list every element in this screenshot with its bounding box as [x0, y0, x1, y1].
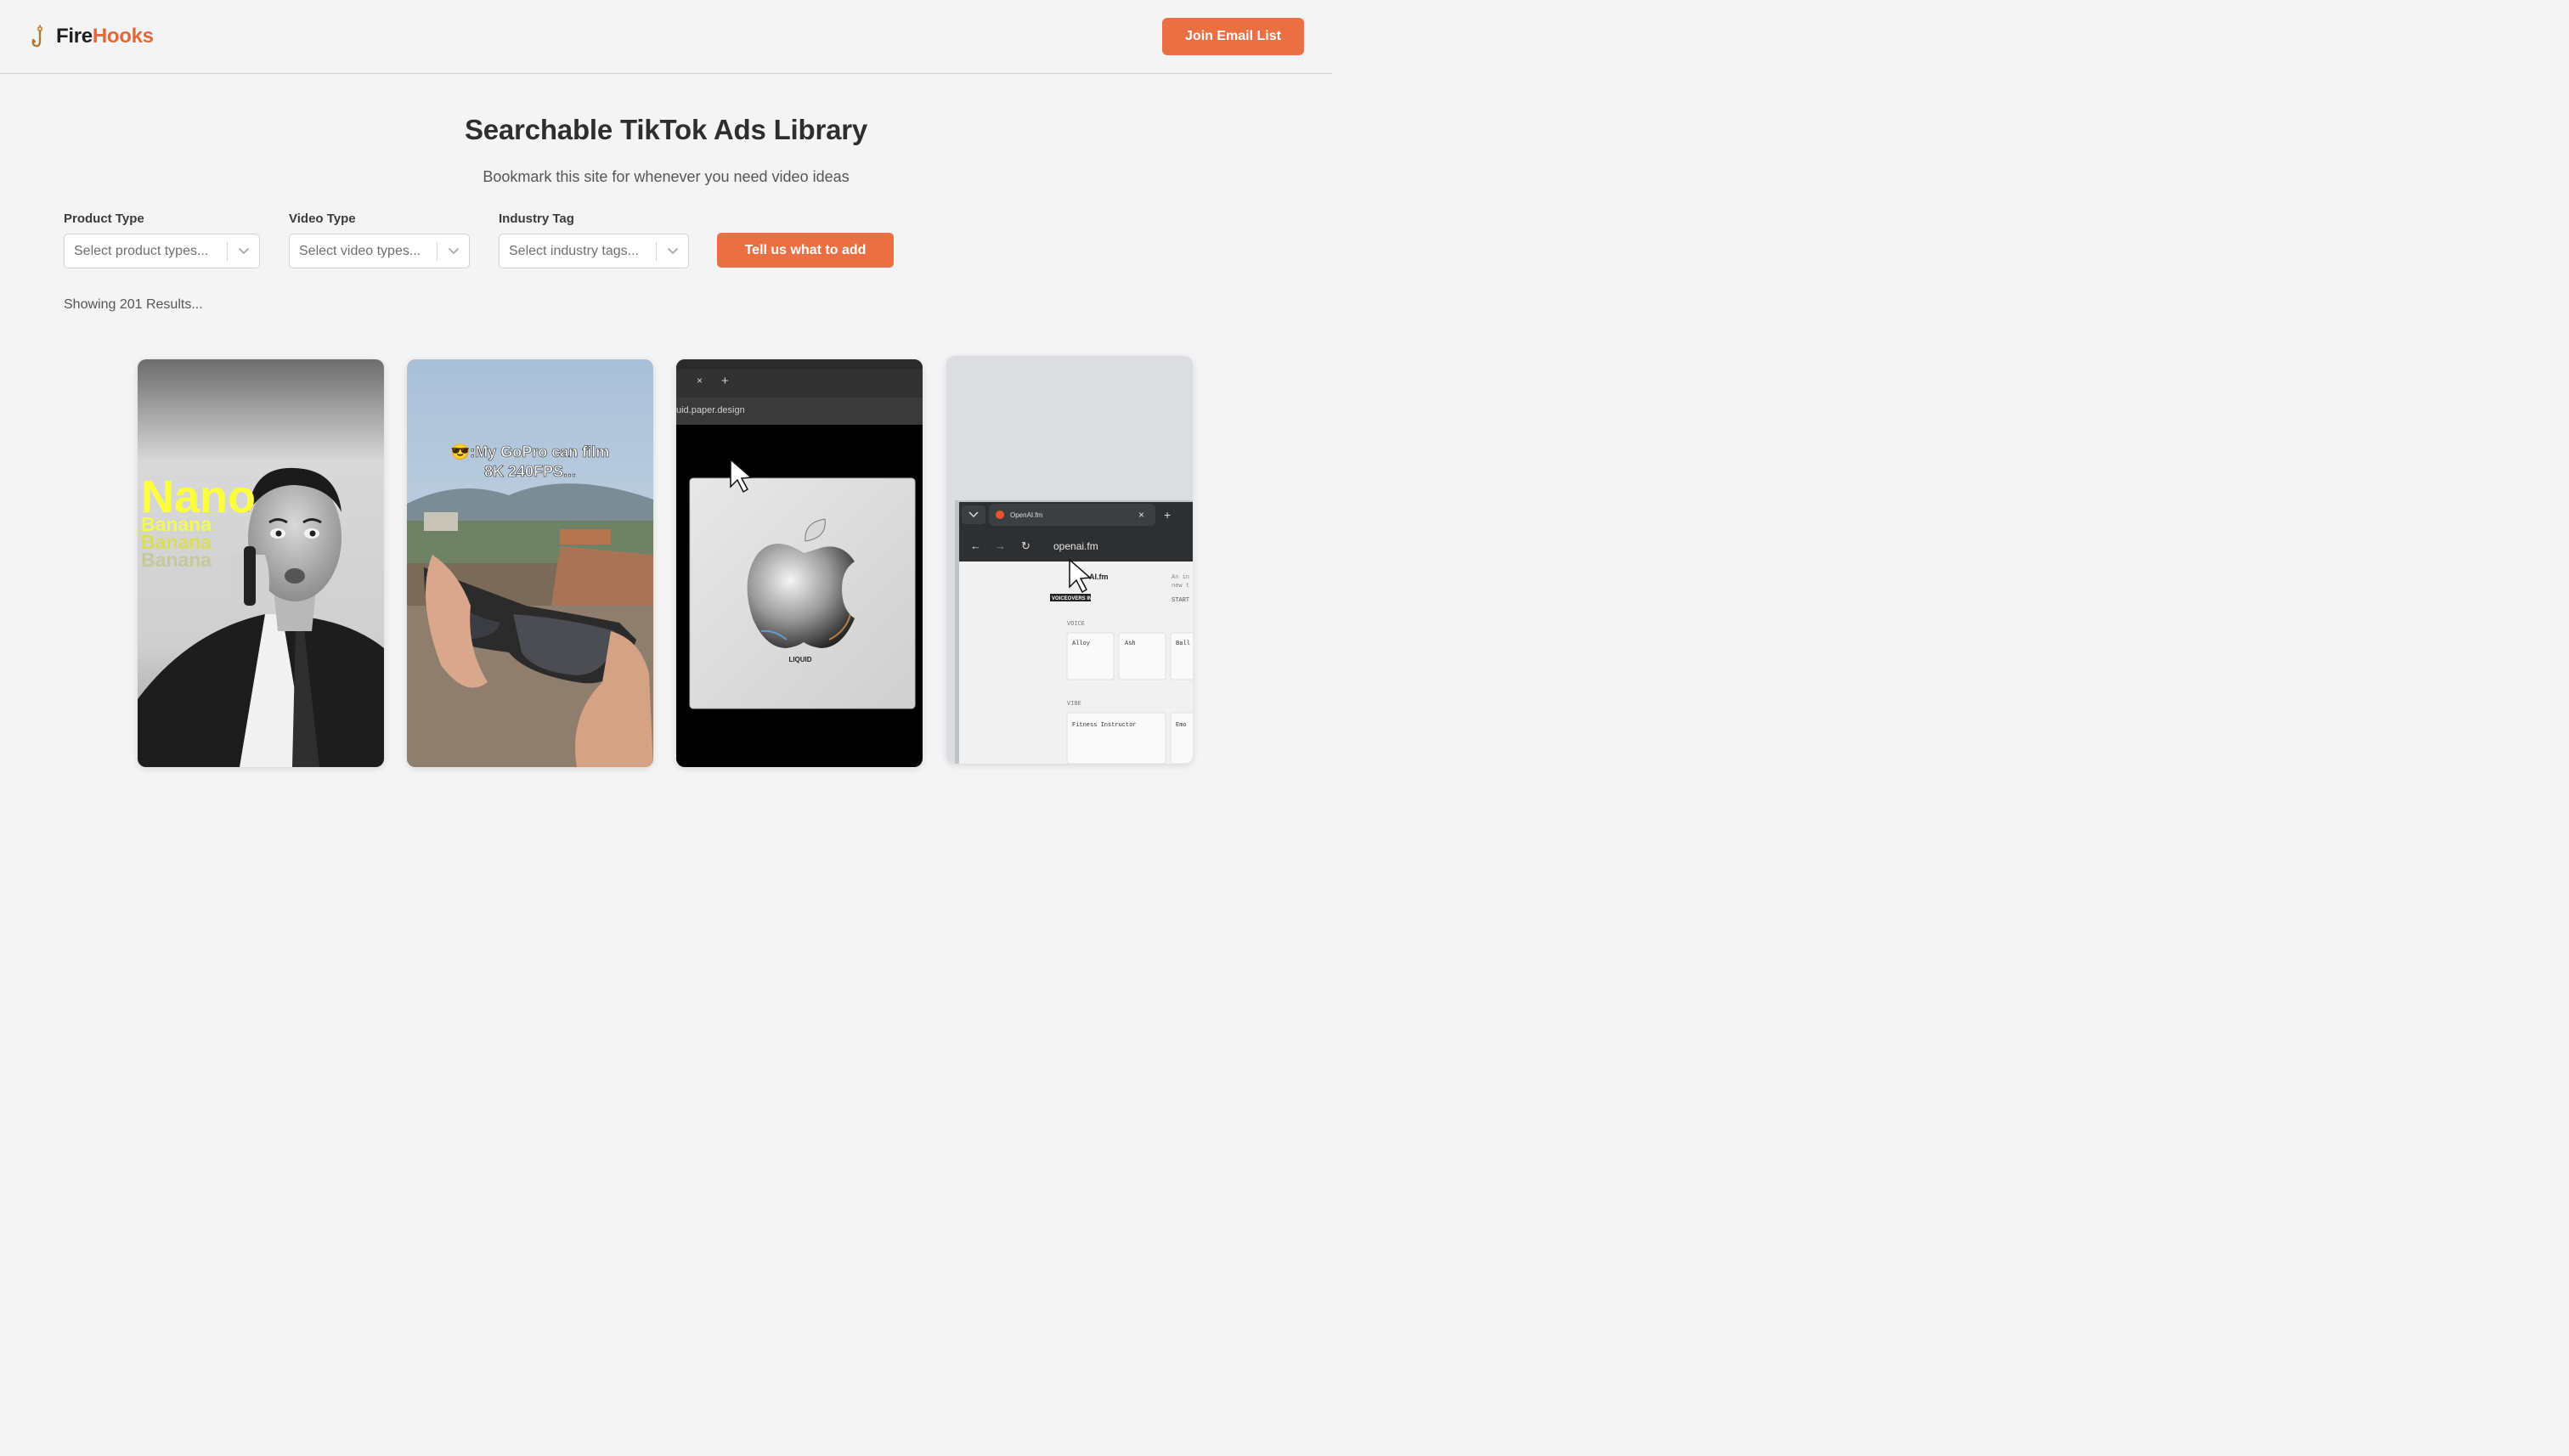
badge-text: VOICEOVERS IN — [1052, 596, 1092, 601]
chevron-down-icon[interactable] — [438, 234, 469, 268]
card-title-text: Banana — [141, 549, 212, 571]
brand-name-fire: Fire — [56, 25, 93, 48]
results-count: Showing 201 Results... — [64, 297, 203, 312]
product-type-label: Product Type — [64, 212, 144, 226]
brand-name-hooks: Hooks — [92, 25, 154, 48]
voice-option-label[interactable]: Ball — [1176, 641, 1190, 647]
voice-option-label[interactable]: Ash — [1125, 641, 1136, 647]
page-subtitle: Bookmark this site for whenever you need… — [483, 168, 850, 185]
close-tab-icon[interactable]: × — [697, 375, 703, 387]
video-card[interactable]: OpenAI.fm × + ← → ↻ openai.fm AI.fm VOIC… — [946, 356, 1193, 764]
card-caption-text: 😎:My GoPro can film — [451, 443, 609, 460]
top-header: FireHooks Join Email List — [0, 0, 1332, 74]
product-type-placeholder: Select product types... — [74, 243, 209, 258]
join-email-list-button[interactable]: Join Email List — [1162, 18, 1304, 55]
industry-tag-select[interactable]: Select industry tags... — [499, 234, 689, 268]
intro-text: new t — [1172, 583, 1189, 590]
site-logo-text: AI.fm — [1089, 573, 1109, 581]
card-caption-text: 8K 240FPS... — [484, 463, 576, 480]
video-thumbnail: Nano Banana Banana Banana — [138, 359, 384, 767]
fishhook-icon — [31, 25, 43, 48]
new-tab-icon[interactable]: + — [1164, 508, 1171, 522]
chevron-down-icon[interactable] — [228, 234, 259, 268]
tell-us-what-to-add-button[interactable]: Tell us what to add — [717, 233, 894, 268]
start-label: START — [1172, 597, 1189, 604]
video-type-placeholder: Select video types... — [299, 243, 421, 258]
video-thumbnail: 😎:My GoPro can film 8K 240FPS... — [407, 359, 653, 767]
brand-name: FireHooks — [56, 25, 154, 48]
new-tab-icon[interactable]: + — [721, 374, 729, 388]
intro-text: An in — [1172, 574, 1189, 581]
brand-logo[interactable]: FireHooks — [31, 24, 154, 49]
product-type-select[interactable]: Select product types... — [64, 234, 260, 268]
vibe-option-label[interactable]: Fitness Instructor — [1072, 722, 1137, 729]
card-url-text: uid.paper.design — [676, 405, 745, 415]
favicon-icon — [996, 511, 1004, 519]
video-type-label: Video Type — [289, 212, 356, 226]
industry-tag-filter: Industry Tag Select industry tags... — [499, 212, 689, 268]
industry-tag-label: Industry Tag — [499, 212, 574, 226]
address-bar-url[interactable]: openai.fm — [1053, 540, 1098, 552]
industry-tag-placeholder: Select industry tags... — [509, 243, 639, 258]
tab-title-text: OpenAI.fm — [1010, 511, 1043, 519]
video-card[interactable]: 😎:My GoPro can film 8K 240FPS... — [407, 359, 653, 767]
close-tab-icon[interactable]: × — [1138, 509, 1144, 521]
video-card[interactable]: Nano Banana Banana Banana — [138, 359, 384, 767]
reload-icon[interactable]: ↻ — [1021, 539, 1030, 552]
page-title: Searchable TikTok Ads Library — [464, 114, 868, 145]
video-thumbnail: OpenAI.fm × + ← → ↻ openai.fm AI.fm VOIC… — [946, 356, 1193, 764]
voice-section-label: VOICE — [1067, 621, 1085, 628]
forward-icon[interactable]: → — [995, 539, 1006, 552]
chevron-down-icon[interactable] — [657, 234, 688, 268]
video-card[interactable]: × + uid.paper.design LIQUID — [676, 359, 923, 767]
video-thumbnail: × + uid.paper.design LIQUID — [676, 359, 923, 767]
video-type-filter: Video Type Select video types... — [289, 212, 470, 268]
video-type-select[interactable]: Select video types... — [289, 234, 470, 268]
card-label-text: LIQUID — [788, 656, 811, 663]
vibe-option-label[interactable]: Emo — [1176, 722, 1187, 729]
voice-option-label[interactable]: Alloy — [1072, 641, 1090, 647]
back-icon[interactable]: ← — [970, 539, 981, 552]
vibe-section-label: VIBE — [1067, 701, 1081, 708]
product-type-filter: Product Type Select product types... — [64, 212, 260, 268]
